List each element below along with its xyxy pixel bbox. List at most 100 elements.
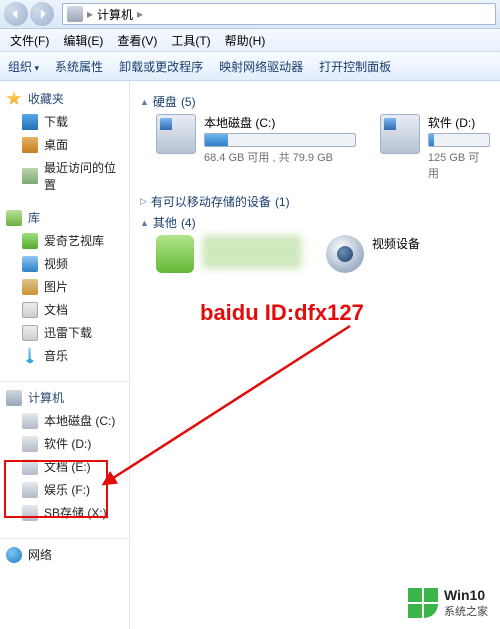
address-bar[interactable]: ▸ 计算机 ▸ xyxy=(62,3,496,25)
section-title: 硬盘 xyxy=(153,93,177,110)
document-icon xyxy=(22,302,38,318)
hdd-icon xyxy=(22,482,38,498)
toolbar-uninstall[interactable]: 卸载或更改程序 xyxy=(119,58,203,75)
library-icon xyxy=(6,210,22,226)
menu-view[interactable]: 查看(V) xyxy=(111,30,163,51)
sidebar-group-favorites[interactable]: 收藏夹 xyxy=(0,87,129,110)
sidebar-item-pictures[interactable]: 图片 xyxy=(0,275,129,298)
section-count: (4) xyxy=(181,216,196,230)
toolbar: 组织 系统属性 卸载或更改程序 映射网络驱动器 打开控制面板 xyxy=(0,52,500,81)
sidebar-item-label: 娱乐 (F:) xyxy=(44,481,90,498)
video-icon xyxy=(22,256,38,272)
picture-icon xyxy=(22,279,38,295)
desktop-icon xyxy=(22,137,38,153)
section-removable[interactable]: ▷ 有可以移动存储的设备 (1) xyxy=(140,193,490,210)
sidebar-item-thunder[interactable]: 迅雷下载 xyxy=(0,321,129,344)
sidebar-item-label: 音乐 xyxy=(44,347,68,364)
collapse-icon: ▲ xyxy=(140,97,149,107)
hdd-icon xyxy=(22,459,38,475)
camera-icon xyxy=(326,235,364,273)
sidebar-item-label: 迅雷下载 xyxy=(44,324,92,341)
drive-info: 68.4 GB 可用 , 共 79.9 GB xyxy=(204,149,356,165)
device-name: 视频设备 xyxy=(372,235,420,252)
watermark: Win10 系统之家 xyxy=(402,583,494,623)
computer-icon xyxy=(6,390,22,406)
collapse-icon: ▲ xyxy=(140,218,149,228)
sidebar-item-drive-e[interactable]: 文档 (E:) xyxy=(0,455,129,478)
section-count: (1) xyxy=(275,195,290,209)
sidebar-item-label: 桌面 xyxy=(44,136,68,153)
breadcrumb-sep: ▸ xyxy=(137,7,143,21)
sidebar-group-label: 库 xyxy=(28,209,40,226)
section-title: 其他 xyxy=(153,214,177,231)
sidebar-group-label: 收藏夹 xyxy=(28,90,64,107)
sidebar-item-network[interactable]: 网络 xyxy=(0,543,129,566)
sidebar-item-label: 图片 xyxy=(44,278,68,295)
sidebar-item-drive-d[interactable]: 软件 (D:) xyxy=(0,432,129,455)
hdd-icon xyxy=(380,114,420,154)
toolbar-mapnet[interactable]: 映射网络驱动器 xyxy=(219,58,303,75)
computer-icon xyxy=(67,6,83,22)
section-hdd[interactable]: ▲ 硬盘 (5) xyxy=(140,93,490,110)
sidebar: 收藏夹 下载 桌面 最近访问的位置 库 爱奇艺视库 视频 图片 文档 迅雷下载 … xyxy=(0,81,130,629)
section-count: (5) xyxy=(181,95,196,109)
menu-file[interactable]: 文件(F) xyxy=(4,30,55,51)
sidebar-group-libraries[interactable]: 库 xyxy=(0,206,129,229)
other-item-blurred[interactable] xyxy=(156,235,302,273)
music-icon xyxy=(22,348,38,364)
sidebar-item-downloads[interactable]: 下载 xyxy=(0,110,129,133)
sidebar-item-label: 本地磁盘 (C:) xyxy=(44,412,115,429)
network-icon xyxy=(6,547,22,563)
usage-bar xyxy=(204,133,356,147)
sidebar-item-label: 文档 xyxy=(44,301,68,318)
sidebar-item-recent[interactable]: 最近访问的位置 xyxy=(0,156,129,196)
menu-help[interactable]: 帮助(H) xyxy=(219,30,272,51)
sidebar-item-label: 软件 (D:) xyxy=(44,435,91,452)
drive-c[interactable]: 本地磁盘 (C:) 68.4 GB 可用 , 共 79.9 GB xyxy=(156,114,356,181)
menu-edit[interactable]: 编辑(E) xyxy=(57,30,109,51)
section-title: 有可以移动存储的设备 xyxy=(151,193,271,210)
sidebar-group-label: 计算机 xyxy=(28,389,64,406)
hdd-icon xyxy=(156,114,196,154)
other-item-camera[interactable]: 视频设备 xyxy=(326,235,420,273)
section-other[interactable]: ▲ 其他 (4) xyxy=(140,214,490,231)
nav-forward-button[interactable] xyxy=(30,2,54,26)
usage-bar xyxy=(428,133,490,147)
sidebar-item-label: 最近访问的位置 xyxy=(44,159,123,193)
breadcrumb-location[interactable]: 计算机 xyxy=(97,6,133,23)
sidebar-item-label: 爱奇艺视库 xyxy=(44,232,104,249)
sidebar-item-label: 网络 xyxy=(28,546,52,563)
toolbar-sysprops[interactable]: 系统属性 xyxy=(55,58,103,75)
hdd-icon xyxy=(22,505,38,521)
toolbar-organize[interactable]: 组织 xyxy=(8,58,39,75)
sidebar-item-drive-x[interactable]: SB存储 (X:) xyxy=(0,501,129,524)
star-icon xyxy=(6,91,22,107)
recent-icon xyxy=(22,168,38,184)
content-pane: ▲ 硬盘 (5) 本地磁盘 (C:) 68.4 GB 可用 , 共 79.9 G… xyxy=(130,81,500,629)
app-icon xyxy=(22,233,38,249)
sidebar-item-desktop[interactable]: 桌面 xyxy=(0,133,129,156)
sidebar-group-computer[interactable]: 计算机 xyxy=(0,386,129,409)
sidebar-item-label: 视频 xyxy=(44,255,68,272)
drive-name: 本地磁盘 (C:) xyxy=(204,114,356,131)
menu-tools[interactable]: 工具(T) xyxy=(165,30,216,51)
expand-icon: ▷ xyxy=(140,196,147,207)
sidebar-item-documents[interactable]: 文档 xyxy=(0,298,129,321)
nav-back-button[interactable] xyxy=(4,2,28,26)
watermark-logo-icon xyxy=(408,588,438,618)
sidebar-item-videos[interactable]: 视频 xyxy=(0,252,129,275)
sidebar-item-label: 文档 (E:) xyxy=(44,458,91,475)
titlebar: ▸ 计算机 ▸ xyxy=(0,0,500,29)
breadcrumb-sep: ▸ xyxy=(87,7,93,21)
drive-d[interactable]: 软件 (D:) 125 GB 可用 xyxy=(380,114,490,181)
drive-name: 软件 (D:) xyxy=(428,114,490,131)
sidebar-item-iqiyi[interactable]: 爱奇艺视库 xyxy=(0,229,129,252)
document-icon xyxy=(22,325,38,341)
toolbar-cpanel[interactable]: 打开控制面板 xyxy=(319,58,391,75)
sidebar-item-label: 下载 xyxy=(44,113,68,130)
sidebar-item-drive-f[interactable]: 娱乐 (F:) xyxy=(0,478,129,501)
sidebar-item-music[interactable]: 音乐 xyxy=(0,344,129,367)
sidebar-item-drive-c[interactable]: 本地磁盘 (C:) xyxy=(0,409,129,432)
app-icon xyxy=(156,235,194,273)
watermark-site: 系统之家 xyxy=(444,603,488,619)
